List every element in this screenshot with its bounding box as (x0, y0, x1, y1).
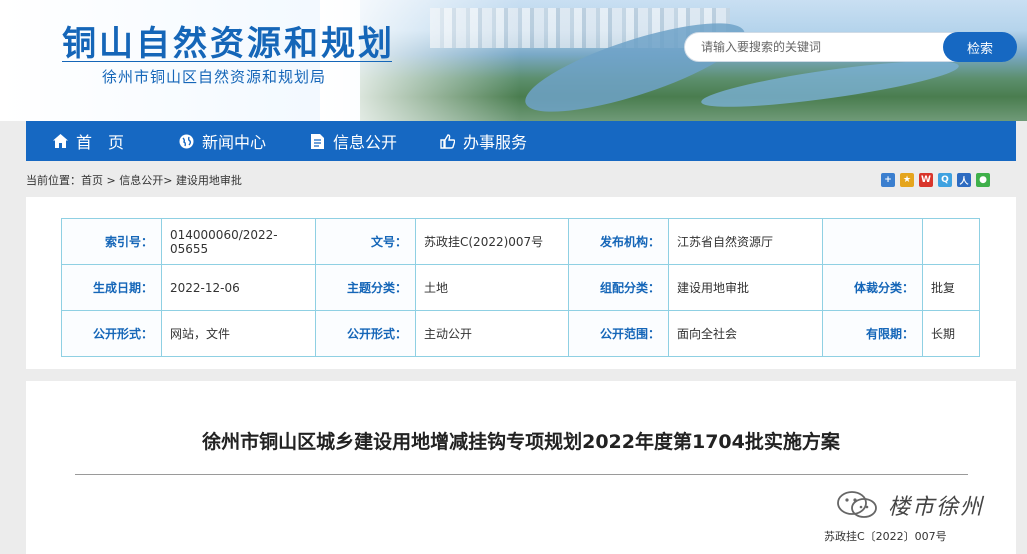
meta-value: 苏政挂C(2022)007号 (415, 218, 569, 265)
table-row: 索引号： 014000060/2022-05655 文号： 苏政挂C(2022)… (61, 218, 980, 265)
meta-label: 公开形式： (315, 310, 416, 357)
meta-value: 2022-12-06 (161, 264, 316, 311)
document-title: 徐州市铜山区城乡建设用地增减挂钩专项规划2022年度第1704批实施方案 (202, 431, 840, 453)
nav-item-label: 新闻中心 (202, 133, 267, 152)
meta-label: 文号： (315, 218, 416, 265)
meta-value: 建设用地审批 (668, 264, 823, 311)
meta-label: 主题分类： (315, 264, 416, 311)
watermark-text: 楼市徐州 (888, 495, 985, 520)
watermark: 楼市徐州 (836, 489, 984, 521)
meta-value: 批复 (922, 264, 980, 311)
metadata-panel: 索引号： 014000060/2022-05655 文号： 苏政挂C(2022)… (26, 197, 1016, 369)
home-icon (52, 133, 68, 149)
meta-label: 组配分类： (568, 264, 669, 311)
meta-label: 有限期： (822, 310, 923, 357)
qzone-icon[interactable]: Q (938, 173, 952, 187)
breadcrumb: 当前位置：首页 > 信息公开> 建设用地审批 (26, 172, 242, 188)
search-button[interactable]: 检索 (943, 32, 1017, 62)
metadata-table: 索引号： 014000060/2022-05655 文号： 苏政挂C(2022)… (61, 218, 980, 357)
breadcrumb-current[interactable]: 建设用地审批 (176, 174, 242, 187)
meta-value: 江苏省自然资源厅 (668, 218, 823, 265)
meta-value: 014000060/2022-05655 (161, 218, 316, 265)
site-header: 铜山自然资源和规划 徐州市铜山区自然资源和规划局 检索 (0, 0, 1027, 121)
nav-item-news[interactable]: 新闻中心 (178, 121, 266, 161)
nav-item-info[interactable]: 信息公开 (309, 121, 397, 161)
add-icon[interactable]: + (881, 173, 895, 187)
meta-label: 体裁分类： (822, 264, 923, 311)
site-title[interactable]: 铜山自然资源和规划 (62, 16, 395, 65)
breadcrumb-prefix: 当前位置： (26, 174, 81, 187)
meta-value: 面向全社会 (668, 310, 823, 357)
meta-value: 网站，文件 (161, 310, 316, 357)
meta-value: 主动公开 (415, 310, 569, 357)
meta-label: 发布机构： (568, 218, 669, 265)
globe-icon (178, 133, 194, 149)
share-toolbar: + ★ W Q 人 ● (881, 173, 990, 187)
title-divider (75, 474, 968, 475)
meta-label: 公开形式： (61, 310, 162, 357)
content-panel: 徐州市铜山区城乡建设用地增减挂钩专项规划2022年度第1704批实施方案 楼市徐… (26, 381, 1016, 554)
document-icon (309, 133, 325, 149)
weibo-icon[interactable]: W (919, 173, 933, 187)
meta-label: 生成日期： (61, 264, 162, 311)
breadcrumb-separator: > (103, 174, 120, 187)
meta-value: 土地 (415, 264, 569, 311)
nav-item-services[interactable]: 办事服务 (439, 121, 527, 161)
nav-item-label: 信息公开 (333, 133, 398, 152)
nav-item-label: 办事服务 (463, 133, 528, 152)
table-row: 生成日期： 2022-12-06 主题分类： 土地 组配分类： 建设用地审批 体… (61, 264, 980, 311)
wechat-bubble-icon (836, 490, 880, 520)
site-subtitle: 徐州市铜山区自然资源和规划局 (102, 68, 327, 86)
thumbs-up-icon (439, 133, 455, 149)
nav-item-label: 首 页 (76, 133, 125, 152)
main-nav: 首 页 新闻中心 信息公开 办事服务 (26, 121, 1016, 161)
meta-label (822, 218, 923, 265)
meta-label: 索引号： (61, 218, 162, 265)
renren-icon[interactable]: 人 (957, 173, 971, 187)
meta-value: 长期 (922, 310, 980, 357)
title-divider (62, 61, 392, 62)
breadcrumb-section-link[interactable]: 信息公开 (119, 174, 163, 187)
meta-value (922, 218, 980, 265)
document-number: 苏政挂C〔2022〕007号 (824, 530, 947, 543)
table-row: 公开形式： 网站，文件 公开形式： 主动公开 公开范围： 面向全社会 有限期： … (61, 310, 980, 357)
breadcrumb-home-link[interactable]: 首页 (81, 174, 103, 187)
search-input[interactable] (685, 33, 945, 61)
nav-item-home[interactable]: 首 页 (52, 121, 124, 161)
wechat-icon[interactable]: ● (976, 173, 990, 187)
meta-label: 公开范围： (568, 310, 669, 357)
search-box: 检索 (684, 32, 1017, 62)
star-icon[interactable]: ★ (900, 173, 914, 187)
breadcrumb-separator: > (163, 174, 176, 187)
